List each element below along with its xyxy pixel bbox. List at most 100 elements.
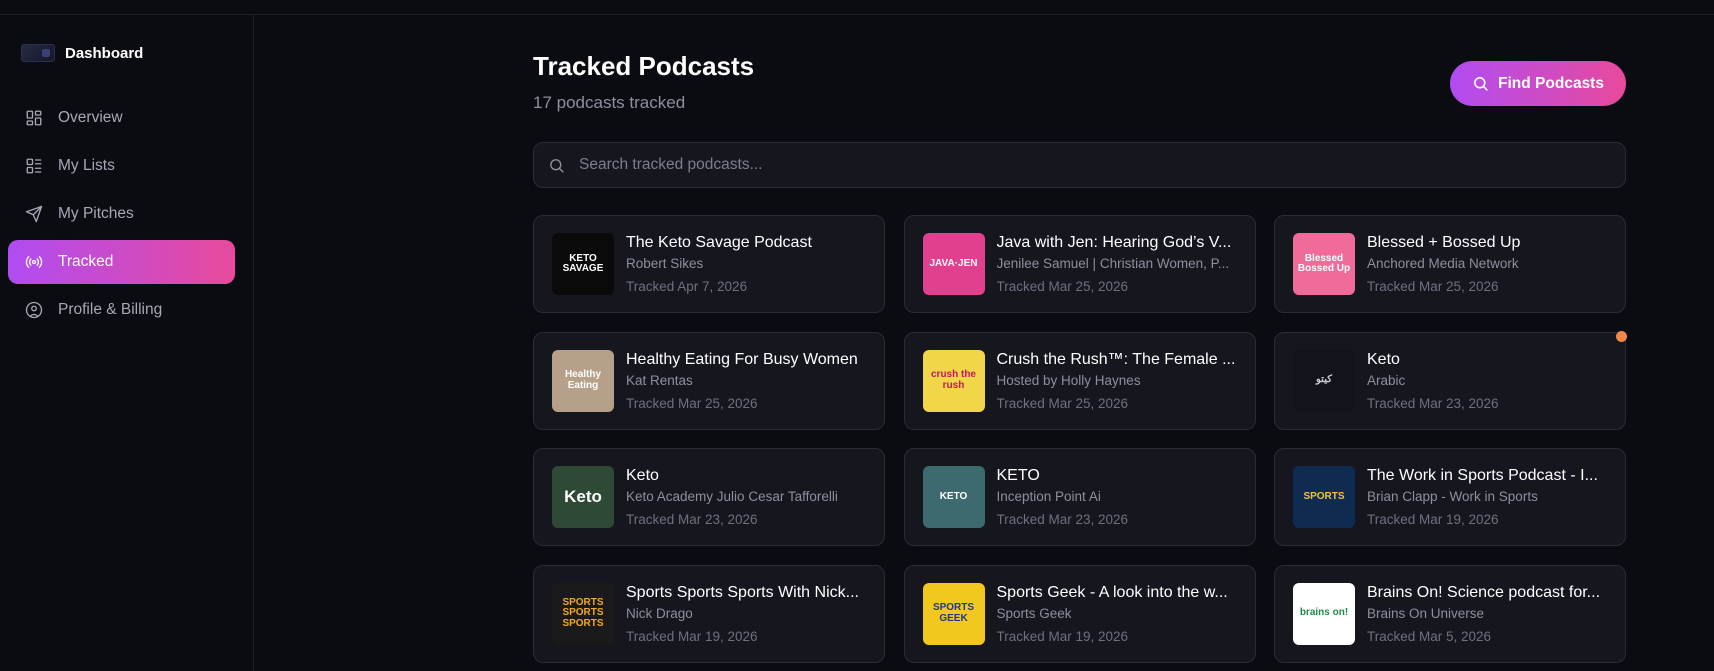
podcast-cover-image: SPORTS GEEK xyxy=(922,582,985,645)
podcast-info: KETO Inception Point Ai Tracked Mar 23, 20… xyxy=(997,467,1242,527)
tracked-date: Tracked Mar 23, 2026 xyxy=(626,512,758,527)
podcast-info: The Work in Sports Podcast - I... Brian C… xyxy=(1367,467,1612,527)
tracked-date: Tracked Mar 19, 2026 xyxy=(626,628,758,644)
podcast-card[interactable]: brains on! Brains On! Science podcast for… xyxy=(1274,564,1626,663)
podcast-cover-image: SPORTS SPORTS SPORTS xyxy=(552,582,614,645)
sidebar-item-label: My Pitches xyxy=(58,205,134,222)
tracked-date: Tracked Mar 25, 2026 xyxy=(1367,279,1499,294)
podcast-card[interactable]: SPORTS GEEK Sports Geek - A look into the… xyxy=(903,564,1256,663)
podcast-title: Brains On! Science podcast for... xyxy=(1367,583,1601,601)
podcast-info: Keto Keto Academy Julio Cesar Tafforelli T… xyxy=(626,467,871,527)
search-icon xyxy=(550,158,564,173)
podcast-card[interactable]: Blessed Bossed Up Blessed + Bossed Up Anch… xyxy=(1274,215,1626,313)
podcast-cover-text: JAVA·JEN xyxy=(929,257,978,269)
main-content: Tracked Podcasts 17 podcasts tracked Fin… xyxy=(533,15,1627,671)
sidebar-item-profile-billing[interactable]: Profile & Billing xyxy=(8,288,235,332)
podcast-author: Nick Drago xyxy=(626,605,693,621)
podcast-author: Brian Clapp - Work in Sports xyxy=(1367,489,1538,504)
send-icon xyxy=(25,205,43,223)
podcast-info: Sports Sports Sports With Nick... Nick Dr… xyxy=(626,584,871,644)
podcast-cover-text: KETO SAVAGE xyxy=(562,252,604,274)
page-title: Tracked Podcasts xyxy=(533,51,755,81)
podcast-title: The Work in Sports Podcast - I... xyxy=(1367,467,1598,484)
podcast-author: Brains On Universe xyxy=(1367,605,1485,621)
podcast-info: Sports Geek - A look into the w... Sports… xyxy=(997,584,1242,644)
podcast-cover-text: brains on! xyxy=(1299,607,1349,619)
search-input[interactable] xyxy=(579,156,1579,174)
top-bar xyxy=(0,0,1714,15)
find-podcasts-label: Find Podcasts xyxy=(1498,74,1604,92)
podcast-card[interactable]: JAVA·JEN Java with Jen: Hearing God’s V..… xyxy=(903,215,1256,313)
search-icon xyxy=(1474,77,1488,91)
podcast-info: Keto Arabic Tracked Mar 23, 2026 xyxy=(1367,351,1612,411)
podcast-cover-text: SPORTS GEEK xyxy=(932,602,975,624)
podcast-cover-image: JAVA·JEN xyxy=(922,233,985,295)
podcast-author: Hosted by Holly Haynes xyxy=(996,372,1141,388)
podcast-cover-image: KETO SAVAGE xyxy=(552,233,614,295)
podcast-info: Blessed + Bossed Up Anchored Media Networ… xyxy=(1367,234,1612,294)
podcast-title: Keto xyxy=(626,467,659,484)
podcast-info: Crush the Rush™: The Female ... Hosted by… xyxy=(997,351,1242,411)
podcast-title: Crush the Rush™: The Female ... xyxy=(996,350,1236,368)
podcast-cover-text: كيتو xyxy=(1316,374,1332,386)
podcast-author: Sports Geek xyxy=(996,605,1072,621)
podcast-cover-image: KETO xyxy=(922,466,985,528)
podcast-info: Java with Jen: Hearing God’s V... Jenilee… xyxy=(997,234,1242,294)
podcast-cover-text: Blessed Bossed Up xyxy=(1297,252,1351,274)
podcast-cover-text: Keto xyxy=(564,487,602,507)
sidebar: Dashboard Overview My Lists My Pitches T… xyxy=(0,15,254,671)
tracked-date: Tracked Apr 7, 2026 xyxy=(626,279,748,294)
podcast-info: Healthy Eating For Busy Women Kat Rentas T… xyxy=(626,351,871,411)
podcast-title: Blessed + Bossed Up xyxy=(1367,234,1521,251)
tracked-date: Tracked Mar 25, 2026 xyxy=(996,279,1129,294)
podcast-cover-image: Blessed Bossed Up xyxy=(1293,233,1355,295)
podcast-title: Healthy Eating For Busy Women xyxy=(626,350,858,368)
podcast-cover-text: KETO xyxy=(939,490,968,502)
tracked-date: Tracked Mar 19, 2026 xyxy=(1367,512,1499,527)
podcast-info: The Keto Savage Podcast Robert Sikes Track… xyxy=(626,234,871,294)
podcast-title: KETO xyxy=(996,467,1040,484)
brand-logo-icon xyxy=(21,44,55,62)
brand[interactable]: Dashboard xyxy=(21,40,143,66)
podcast-title: Java with Jen: Hearing God’s V... xyxy=(996,234,1232,251)
tracked-date: Tracked Mar 19, 2026 xyxy=(996,628,1129,644)
page-subtitle: 17 podcasts tracked xyxy=(533,93,686,112)
sidebar-item-tracked[interactable]: Tracked xyxy=(8,240,235,284)
sidebar-item-overview[interactable]: Overview xyxy=(8,96,235,140)
sidebar-nav: Overview My Lists My Pitches Tracked Pro… xyxy=(8,96,235,336)
user-circle-icon xyxy=(25,301,43,319)
tracked-date: Tracked Mar 25, 2026 xyxy=(996,395,1129,411)
podcast-card[interactable]: SPORTS SPORTS SPORTS Sports Sports Sports… xyxy=(533,564,885,663)
podcast-cover-image: SPORTS xyxy=(1293,466,1355,528)
status-dot-icon xyxy=(1616,330,1627,342)
tracked-date: Tracked Mar 23, 2026 xyxy=(996,512,1129,527)
podcast-title: The Keto Savage Podcast xyxy=(626,234,812,251)
broadcast-icon xyxy=(25,253,43,271)
podcast-cover-image: Keto xyxy=(552,466,614,528)
podcast-title: Keto xyxy=(1367,350,1400,368)
podcast-card[interactable]: SPORTS The Work in Sports Podcast - I... B… xyxy=(1274,448,1626,546)
podcast-card[interactable]: KETO SAVAGE The Keto Savage Podcast Robert… xyxy=(533,215,885,313)
tracked-date: Tracked Mar 5, 2026 xyxy=(1367,628,1492,644)
find-podcasts-button[interactable]: Find Podcasts xyxy=(1450,61,1626,106)
podcast-author: Keto Academy Julio Cesar Tafforelli xyxy=(626,489,838,504)
podcast-author: Jenilee Samuel | Christian Women, P... xyxy=(996,256,1230,271)
podcast-card[interactable]: Healthy Eating Healthy Eating For Busy Wo… xyxy=(533,331,885,430)
podcast-grid: KETO SAVAGE The Keto Savage Podcast Robert… xyxy=(533,215,1627,663)
sidebar-item-label: Tracked xyxy=(58,253,114,270)
sidebar-item-my-pitches[interactable]: My Pitches xyxy=(8,192,235,236)
search-bar xyxy=(533,142,1626,188)
podcast-card[interactable]: Keto Keto Keto Academy Julio Cesar Taffore… xyxy=(533,448,885,546)
podcast-author: Anchored Media Network xyxy=(1367,256,1519,271)
podcast-card[interactable]: كيتو Keto Arabic Tracked Mar 23, 2026 xyxy=(1274,330,1627,430)
podcast-cover-text: crush the rush xyxy=(930,369,976,391)
podcast-card[interactable]: KETO KETO Inception Point Ai Tracked Mar 23… xyxy=(903,448,1256,546)
podcast-card[interactable]: crush the rush Crush the Rush™: The Femal… xyxy=(903,331,1256,430)
podcast-author: Inception Point Ai xyxy=(996,489,1101,504)
sidebar-item-label: My Lists xyxy=(58,157,115,174)
podcast-cover-text: SPORTS SPORTS SPORTS xyxy=(562,596,604,629)
podcast-title: Sports Geek - A look into the w... xyxy=(996,583,1228,601)
sidebar-item-my-lists[interactable]: My Lists xyxy=(8,144,235,188)
podcast-author: Arabic xyxy=(1367,372,1406,388)
tracked-date: Tracked Mar 23, 2026 xyxy=(1367,395,1499,411)
